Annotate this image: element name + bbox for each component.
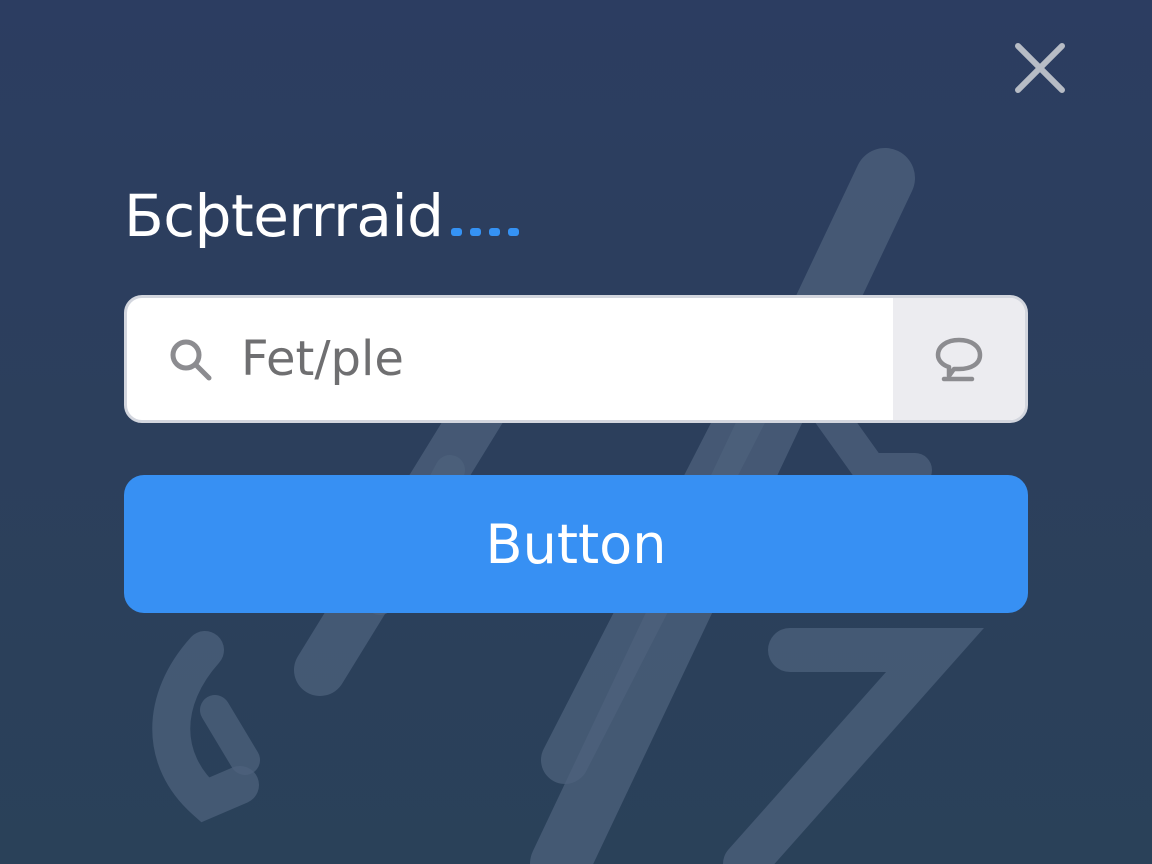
ellipsis-dot [470,228,482,236]
close-button[interactable] [1008,36,1072,100]
primary-button-label: Button [485,512,667,576]
search-bar [124,295,1028,423]
ellipsis-dot [489,228,501,236]
ellipsis-dot [451,228,463,236]
background-illustration [152,148,984,864]
chat-bubble-icon [935,337,983,382]
search-icon [170,339,212,381]
chat-button[interactable] [893,298,1025,420]
dialog-title-group: Бcþterrraid [124,176,520,250]
primary-button[interactable]: Button [124,475,1028,613]
dialog-title: Бcþterrraid [124,182,444,250]
ellipsis-dot [508,228,520,236]
close-icon [1015,43,1065,93]
title-ellipsis [451,176,520,238]
search-input[interactable] [241,298,891,420]
